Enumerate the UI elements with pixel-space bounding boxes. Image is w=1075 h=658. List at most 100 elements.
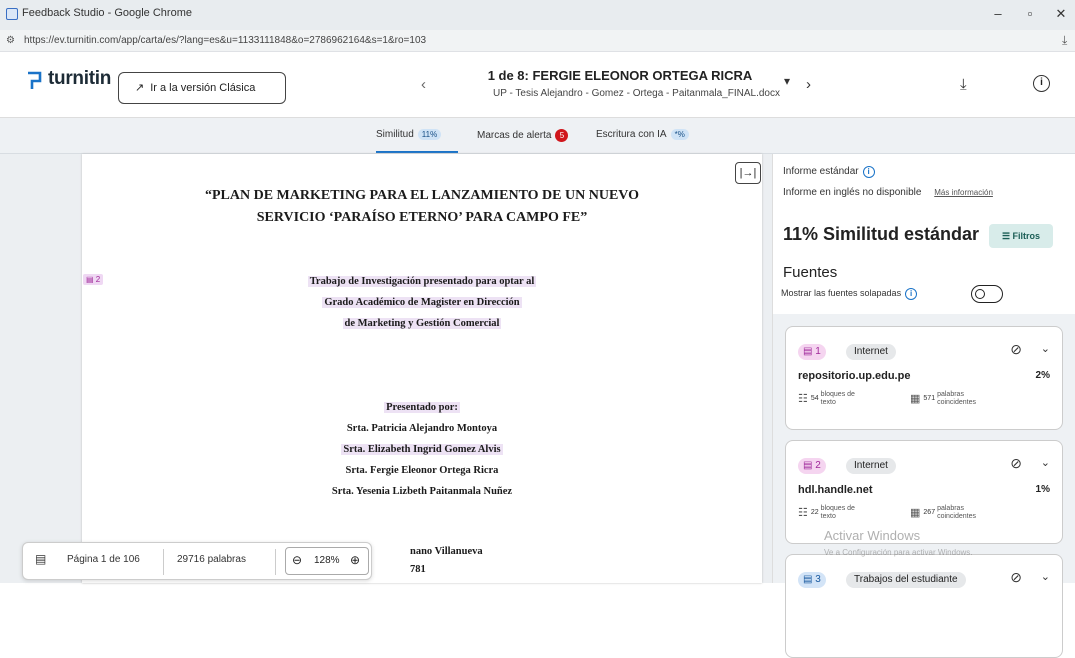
author-line: Srta. Patricia Alejandro Montoya xyxy=(346,423,498,434)
url-text[interactable]: https://ev.turnitin.com/app/carta/es/?la… xyxy=(24,35,426,46)
chevron-down-icon[interactable]: ⌄ xyxy=(1041,342,1050,355)
highlighted-text[interactable]: Srta. Elizabeth Ingrid Gomez Alvis xyxy=(341,444,503,455)
similarity-badge: 11% xyxy=(417,129,442,140)
address-bar[interactable]: ⚙ https://ev.turnitin.com/app/carta/es/?… xyxy=(0,30,1075,52)
matching-words-icon: ▦ xyxy=(910,507,921,519)
browser-title-bar: Feedback Studio - Google Chrome – ▫ ✕ xyxy=(0,0,1075,30)
highlighted-text[interactable]: Presentado por: xyxy=(384,402,460,413)
doc-line: Grado Académico de Magister en Dirección xyxy=(82,297,762,308)
report-title: Informe estándar xyxy=(783,166,859,177)
divider xyxy=(275,549,276,575)
info-icon[interactable]: i xyxy=(905,288,918,300)
download-icon[interactable]: ⤓ xyxy=(960,76,967,93)
exclude-source-icon[interactable]: ⊘ xyxy=(1010,455,1022,472)
blocks-label: bloques de texto xyxy=(820,391,855,406)
source-percentage: 1% xyxy=(1035,484,1050,495)
maximize-icon[interactable]: ▫ xyxy=(1019,4,1041,24)
minimize-icon[interactable]: – xyxy=(987,4,1009,24)
exclude-source-icon[interactable]: ⊘ xyxy=(1010,341,1022,358)
similarity-title: 11% Similitud estándar xyxy=(783,224,980,244)
windows-activation-hint: Ve a Configuración para activar Windows. xyxy=(824,548,973,557)
text-blocks-icon: ☷ xyxy=(798,507,808,519)
tab-similitud-label: Similitud xyxy=(376,129,414,140)
highlighted-text[interactable]: Trabajo de Investigación presentado para… xyxy=(307,276,537,287)
document-toolbar: ▤ Página 1 de 106 29716 palabras ⊖ 128% … xyxy=(22,542,372,580)
zoom-out-icon[interactable]: ⊖ xyxy=(292,553,302,567)
tab-similitud[interactable]: Similitud 11% xyxy=(376,129,442,140)
app-header: turnitin ↗ Ir a la versión Clásica ‹ 1 de… xyxy=(0,52,1075,118)
chevron-down-icon[interactable]: ⌄ xyxy=(1041,456,1050,469)
matching-words-icon: ▦ xyxy=(910,393,921,405)
source-card[interactable]: ▤ 3 Trabajos del estudiante ⊘ ⌄ xyxy=(785,554,1063,658)
report-sub: Informe en inglés no disponible xyxy=(783,187,922,198)
overlap-label: Mostrar las fuentes solapadas xyxy=(781,288,902,298)
source-percentage: 2% xyxy=(1035,370,1050,381)
chevron-down-icon[interactable]: ▾ xyxy=(784,74,790,88)
highlighted-text[interactable]: Grado Académico de Magister en Dirección xyxy=(322,297,522,308)
info-icon[interactable]: i xyxy=(862,166,875,178)
doc-line: Srta. Elizabeth Ingrid Gomez Alvis xyxy=(82,444,762,455)
page-icon: ▤ xyxy=(35,552,47,566)
overlap-toggle[interactable] xyxy=(971,285,1003,303)
page-indicator[interactable]: Página 1 de 106 xyxy=(67,554,140,565)
next-submission-icon[interactable]: › xyxy=(806,76,811,93)
classic-version-button[interactable]: ↗ Ir a la versión Clásica xyxy=(118,72,286,104)
blocks-count: 54 xyxy=(810,395,819,402)
exclude-source-icon[interactable]: ⊘ xyxy=(1010,569,1022,586)
words-count: 267 xyxy=(923,509,936,516)
source-category: Trabajos del estudiante xyxy=(846,572,966,588)
doc-title-line: “PLAN DE MARKETING PARA EL LANZAMIENTO D… xyxy=(204,188,640,203)
info-icon[interactable]: i xyxy=(1033,75,1050,92)
report-language-note: Informe en inglés no disponible Más info… xyxy=(783,187,993,198)
arrow-right-icon: ↗ xyxy=(135,82,145,94)
site-settings-icon[interactable]: ⚙ xyxy=(6,35,15,46)
close-icon[interactable]: ✕ xyxy=(1050,4,1072,24)
doc-line: Presentado por: xyxy=(82,402,762,413)
words-stat: ▦ 571 palabras coincidentes xyxy=(910,391,989,407)
source-match-flag[interactable]: ▤ 2 xyxy=(83,274,104,285)
source-number: 3 xyxy=(815,574,821,585)
doc-subtitle: UP - Tesis Alejandro - Gomez - Ortega - … xyxy=(493,88,780,99)
doc-line: Trabajo de Investigación presentado para… xyxy=(82,276,762,287)
overlap-toggle-label: Mostrar las fuentes solapadas i xyxy=(781,288,918,300)
tab-ai-writing[interactable]: Escritura con IA *% xyxy=(596,129,689,140)
doc-line: Srta. Fergie Eleonor Ortega Ricra xyxy=(82,465,762,476)
divider xyxy=(163,549,164,575)
report-type: Informe estándar i xyxy=(783,166,875,178)
filter-button[interactable]: ☰ Filtros xyxy=(989,224,1053,248)
sources-list: ▤ 1 Internet ⊘ ⌄ repositorio.up.edu.pe 2… xyxy=(773,314,1075,658)
prev-submission-icon[interactable]: ‹ xyxy=(421,76,426,93)
tab-alert-flags[interactable]: Marcas de alerta 5 xyxy=(477,129,569,142)
source-domain: hdl.handle.net xyxy=(798,484,873,496)
document-page[interactable]: “PLAN DE MARKETING PARA EL LANZAMIENTO D… xyxy=(82,154,762,583)
more-info-link[interactable]: Más información xyxy=(934,188,993,197)
source-number-pill: ▤ 3 xyxy=(798,572,826,588)
source-category: Internet xyxy=(846,458,896,474)
turnitin-logo-text: turnitin xyxy=(48,68,112,89)
doc-line: Srta. Yesenia Lizbeth Paitanmala Nuñez xyxy=(82,486,762,497)
zoom-level: 128% xyxy=(314,555,340,566)
tab-bar: Similitud 11% Marcas de alerta 5 Escritura… xyxy=(0,118,1075,154)
window-title: Feedback Studio - Google Chrome xyxy=(22,7,192,19)
collapse-panel-icon[interactable]: |→| xyxy=(735,162,761,184)
turnitin-logo-icon xyxy=(28,71,42,89)
filter-icon: ☰ xyxy=(1001,231,1011,241)
source-card[interactable]: ▤ 1 Internet ⊘ ⌄ repositorio.up.edu.pe 2… xyxy=(785,326,1063,430)
words-label: palabras coincidentes xyxy=(937,505,977,520)
doc-title-line: SERVICIO ‘PARAÍSO ETERNO’ PARA CAMPO FE” xyxy=(256,210,588,225)
similarity-panel: Informe estándar i Informe en inglés no d… xyxy=(772,154,1075,658)
chevron-down-icon[interactable]: ⌄ xyxy=(1041,570,1050,583)
filter-label: Filtros xyxy=(1012,231,1041,241)
zoom-in-icon[interactable]: ⊕ xyxy=(350,553,360,567)
download-icon[interactable]: ⤓ xyxy=(1062,33,1067,48)
toggle-knob xyxy=(975,289,985,299)
alert-count-badge: 5 xyxy=(555,129,569,142)
highlighted-text[interactable]: de Marketing y Gestión Comercial xyxy=(342,318,502,329)
source-number: 1 xyxy=(815,346,821,357)
word-count: 29716 palabras xyxy=(177,554,246,565)
classic-version-label: Ir a la versión Clásica xyxy=(150,82,256,94)
doc-line: 781 xyxy=(410,564,426,575)
blocks-stat: ☷ 54 bloques de texto xyxy=(798,391,863,407)
tab-alert-label: Marcas de alerta xyxy=(477,130,552,141)
author-line: Srta. Yesenia Lizbeth Paitanmala Nuñez xyxy=(331,486,513,497)
